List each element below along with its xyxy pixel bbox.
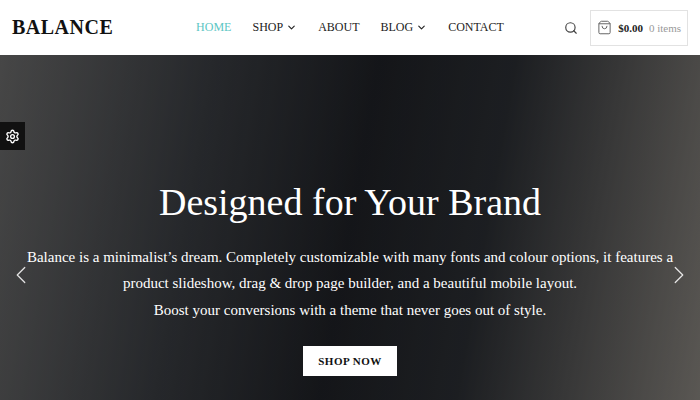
nav-item[interactable]: SHOP (252, 20, 297, 35)
nav-item[interactable]: HOME (196, 20, 231, 35)
chevron-left-icon (6, 260, 36, 290)
cart-button[interactable]: $0.00 0 items (590, 10, 688, 46)
gear-icon (5, 129, 20, 144)
hero-line: product slideshow, drag & drop page buil… (123, 270, 577, 297)
nav-item[interactable]: ABOUT (318, 20, 359, 35)
hero-line: Boost your conversions with a theme that… (154, 297, 546, 324)
nav-item[interactable]: BLOG (380, 20, 427, 35)
search-icon (564, 21, 578, 35)
chevron-right-icon (664, 260, 694, 290)
main-nav: HOME SHOP ABOUT BLOG CONTACT (196, 20, 504, 35)
page: BALANCEHOME SHOP ABOUT BLOG CONTACT $0.00 0 it… (0, 0, 700, 400)
prev-slide-button[interactable] (6, 260, 36, 290)
hero-text: Balance is a minimalist’s dream. Complet… (27, 244, 673, 324)
hero-line: Balance is a minimalist’s dream. Complet… (27, 244, 673, 271)
settings-tab[interactable] (0, 122, 25, 150)
header-actions: $0.00 0 items (504, 10, 688, 46)
header: BALANCEHOME SHOP ABOUT BLOG CONTACT $0.00 0 it… (0, 0, 700, 55)
nav-item[interactable]: CONTACT (448, 20, 504, 35)
chevron-down-icon (286, 22, 297, 33)
logo[interactable]: BALANCE (12, 16, 196, 39)
hero-slide: Designed for Your Brand Balance is a mini… (0, 55, 700, 400)
cart-count: 0 items (649, 22, 681, 34)
search-button[interactable] (562, 19, 580, 37)
hero-title: Designed for Your Brand (159, 180, 541, 226)
next-slide-button[interactable] (664, 260, 694, 290)
chevron-down-icon (416, 22, 427, 33)
shopping-bag-icon (597, 20, 612, 35)
cart-total: $0.00 (618, 22, 643, 34)
shop-now-button[interactable]: SHOP NOW (303, 346, 397, 376)
